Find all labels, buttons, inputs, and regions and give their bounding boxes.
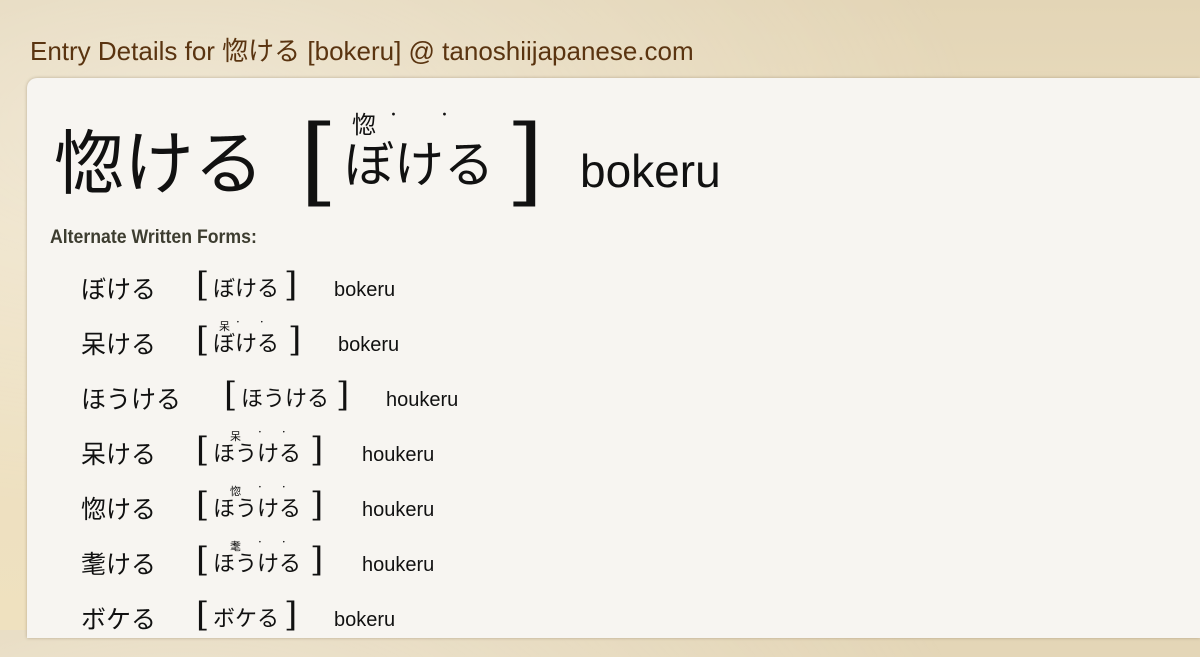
- reading-open-bracket: [: [196, 540, 210, 580]
- reading-open-bracket: [: [224, 375, 238, 415]
- alternate-reading-kana: ほうける: [213, 497, 302, 522]
- reading-open-bracket: [: [196, 320, 210, 360]
- alternate-romaji: bokeru: [334, 279, 396, 301]
- reading-close-bracket: ]: [506, 105, 544, 217]
- alternate-romaji: houkeru: [386, 389, 459, 411]
- reading-open-bracket: [: [196, 265, 210, 305]
- alternate-romaji: houkeru: [362, 499, 435, 521]
- reading-open-bracket: [: [196, 595, 210, 635]
- alternate-word: 呆ける: [81, 440, 157, 469]
- page-title: Entry Details for 惚ける [bokeru] @ tanoshi…: [30, 36, 694, 66]
- list-item: ほうける [ ほうける ] houkeru: [81, 375, 781, 437]
- alternate-romaji: houkeru: [362, 554, 435, 576]
- alternate-reading-kana: ほうける: [213, 442, 302, 467]
- alternate-reading-kana: ほうける: [241, 387, 330, 412]
- furigana-dots: ··: [236, 315, 284, 329]
- alternate-word: 耄ける: [81, 550, 157, 579]
- alternate-romaji: houkeru: [362, 444, 435, 466]
- alternate-romaji: bokeru: [338, 334, 400, 356]
- alternate-romaji: bokeru: [334, 609, 396, 631]
- alternate-word: ボケる: [81, 605, 157, 634]
- furigana-dots: ··: [390, 103, 492, 128]
- alternate-reading-kana: ぼける: [213, 332, 280, 357]
- alternate-reading-kana: ボケる: [213, 607, 280, 632]
- list-item: ぼける [ ぼける ] bokeru: [81, 265, 781, 327]
- reading-open-bracket: [: [196, 485, 210, 525]
- alternate-reading-kana: ぼける: [213, 277, 280, 302]
- list-item: 惚ける [ 惚 ·· ほうける ] houkeru: [81, 480, 781, 547]
- alternate-word: 呆ける: [81, 330, 157, 359]
- alternate-forms-heading: Alternate Written Forms:: [50, 227, 257, 248]
- alternate-word: ぼける: [81, 275, 157, 304]
- reading-close-bracket: ]: [284, 595, 298, 635]
- furigana-dots: ··: [258, 425, 306, 439]
- reading-open-bracket: [: [196, 430, 210, 470]
- headword-romaji: bokeru: [580, 145, 721, 197]
- list-item: 耄ける [ 耄 ·· ほうける ] houkeru: [81, 535, 781, 602]
- list-item: 呆ける [ 呆 ·· ぼける ] bokeru: [81, 315, 781, 382]
- alternate-word: ほうける: [81, 385, 182, 414]
- headword-reading: ぼける: [344, 136, 494, 194]
- reading-open-bracket: [: [300, 105, 338, 217]
- furigana-dots: ··: [258, 480, 306, 494]
- reading-close-bracket: ]: [288, 320, 302, 360]
- alternate-reading-kana: ほうける: [213, 552, 302, 577]
- reading-close-bracket: ]: [336, 375, 350, 415]
- reading-close-bracket: ]: [284, 265, 298, 305]
- reading-close-bracket: ]: [310, 430, 324, 470]
- reading-close-bracket: ]: [310, 485, 324, 525]
- furigana-dots: ··: [258, 535, 306, 549]
- list-item: 呆ける [ 呆 ·· ほうける ] houkeru: [81, 425, 781, 492]
- reading-close-bracket: ]: [310, 540, 324, 580]
- headword: 惚ける: [54, 123, 264, 205]
- alternate-word: 惚ける: [81, 495, 157, 524]
